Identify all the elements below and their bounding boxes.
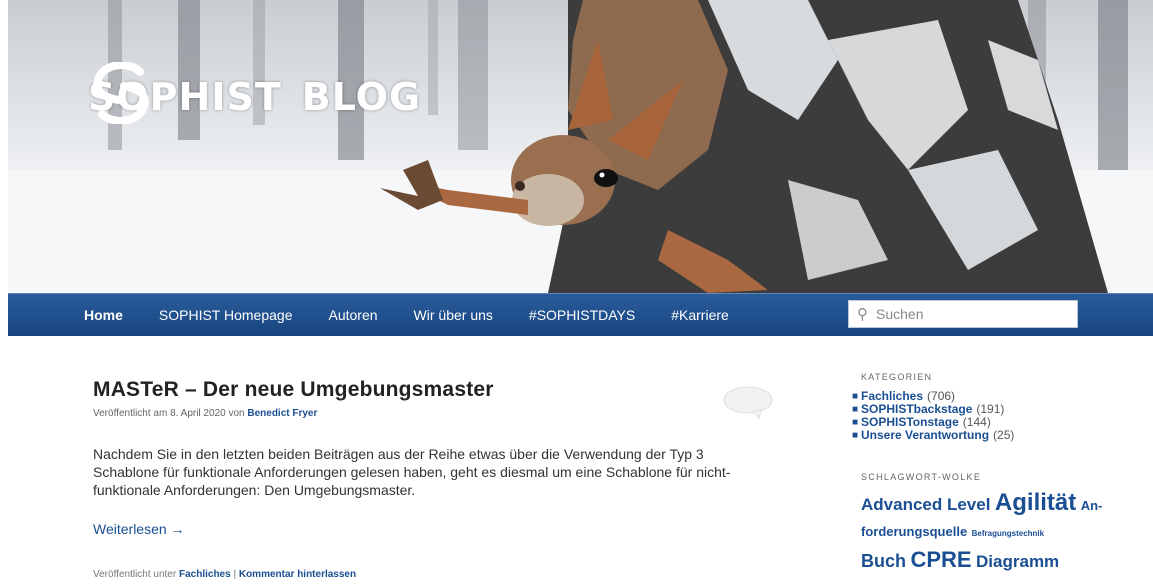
tag-anforderungsquelle-part1[interactable]: An- [1081,498,1103,513]
tag-befragungstechnik[interactable]: Befragungstechnik [972,529,1044,538]
bullet-icon: ■ [851,417,859,428]
categories-title: KATEGORIEN [861,372,933,382]
tag-advanced-level[interactable]: Advanced Level [861,495,990,514]
tag-anforderungsquelle-part2[interactable]: forderungsquelle [861,524,967,539]
post-excerpt: Nachdem Sie in den letzten beiden Beiträ… [93,446,731,498]
search-icon: ⚲ [857,306,868,323]
category-link[interactable]: Fachliches [179,569,231,580]
meta-separator: | [230,569,239,580]
categories-list: ■ Fachliches (706) ■ SOPHISTbackstage (1… [849,390,1149,442]
bullet-icon: ■ [851,391,859,402]
post-footer-meta: Veröffentlicht unter Fachliches | Kommen… [93,569,793,580]
author-link[interactable]: Benedict Fryer [247,408,317,419]
search-input[interactable] [874,305,1058,323]
nav-item-autoren[interactable]: Autoren [329,307,378,323]
main-navigation: Home SOPHIST Homepage Autoren Wir über u… [8,293,1153,336]
category-count: (25) [993,428,1015,442]
tag-cloud: Advanced Level Agilität An- forderungsqu… [861,490,1141,576]
nav-item-wir-ueber-uns[interactable]: Wir über uns [414,307,493,323]
post-meta: Veröffentlicht am 8. April 2020 von Bene… [93,408,793,419]
nav-item-sophist-homepage[interactable]: SOPHIST Homepage [159,307,293,323]
nav-menu: Home SOPHIST Homepage Autoren Wir über u… [84,294,765,336]
read-more-link[interactable]: Weiterlesen → [93,521,185,537]
tag-agilitaet[interactable]: Agilität [995,489,1076,516]
category-link-unsere-verantwortung[interactable]: Unsere Verantwortung [861,429,989,442]
category-item: ■ Unsere Verantwortung (25) [849,429,1149,442]
sidebar: KATEGORIEN ■ Fachliches (706) ■ SOPHISTb… [849,372,1149,576]
search-box: ⚲ [848,300,1078,328]
category-prefix: Veröffentlicht unter [93,569,179,580]
site-logo[interactable]: SOPHIST BLOG [88,62,421,132]
post-article: MASTeR – Der neue Umgebungsmaster Veröff… [93,378,793,580]
nav-item-home[interactable]: Home [84,307,123,323]
bullet-icon: ■ [851,404,859,415]
nav-item-karriere[interactable]: #Karriere [671,307,729,323]
tagcloud-title: SCHLAGWORT-WOLKE [861,472,982,482]
post-title[interactable]: MASTeR – Der neue Umgebungsmaster [93,378,793,402]
tag-diagramm[interactable]: Diagramm [976,552,1059,571]
tag-cpre[interactable]: CPRE [910,547,971,572]
comment-bubble-icon[interactable] [723,386,773,421]
bullet-icon: ■ [851,430,859,441]
nav-item-sophistdays[interactable]: #SOPHISTDAYS [529,307,635,323]
tag-buch[interactable]: Buch [861,551,906,571]
logo-text-right: BLOG [301,75,422,119]
header-banner: SOPHIST BLOG [8,0,1153,293]
post-date-text: Veröffentlicht am 8. April 2020 von [93,408,248,419]
leave-comment-link[interactable]: Kommentar hinterlassen [239,569,356,580]
header-image [8,0,1153,293]
